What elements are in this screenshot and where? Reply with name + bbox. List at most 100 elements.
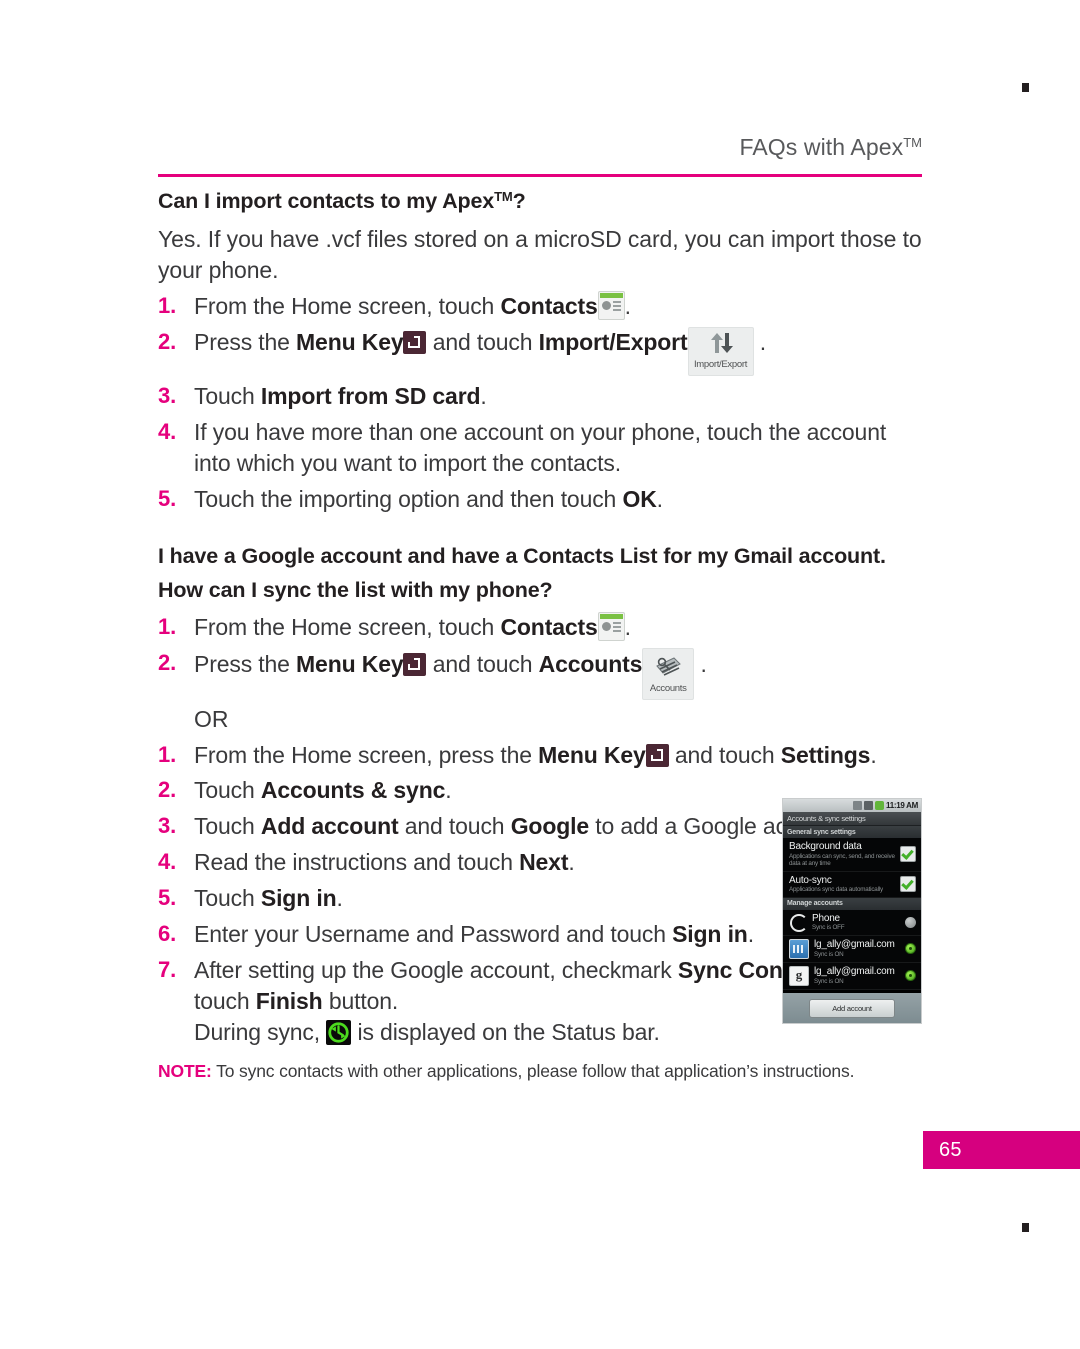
step-number: 4.	[158, 418, 177, 444]
step-item: 1. From the Home screen, touch Contacts.	[158, 611, 922, 643]
status-bar-time: 11:19 AM	[886, 801, 918, 810]
step-text: button.	[322, 987, 399, 1014]
step-number: 1.	[158, 293, 177, 319]
phone-row-gtalk-account[interactable]: lg_ally@gmail.com Sync is ON	[783, 935, 921, 963]
signal-icon	[864, 801, 873, 810]
import-export-icon: Import/Export	[687, 326, 754, 376]
step-text: From the Home screen, touch	[194, 613, 501, 640]
step-text: Press the	[194, 650, 297, 677]
step-emphasis: Accounts	[538, 650, 643, 677]
step-text: From the Home screen, press the	[194, 741, 539, 768]
running-head-trademark: TM	[903, 135, 922, 150]
phone-row-title: Auto-sync	[789, 874, 832, 886]
step-text: and touch	[426, 328, 539, 355]
step-number: 7.	[158, 957, 177, 983]
phone-row-phone-account[interactable]: Phone Sync is OFF	[783, 909, 921, 936]
google-account-icon: g	[789, 965, 809, 986]
step-text: and touch	[398, 813, 511, 840]
or-divider: OR	[194, 705, 229, 732]
step-emphasis: Settings	[780, 741, 871, 768]
faq1-heading-before: Can I import contacts to my Apex	[158, 189, 495, 213]
step-text: .	[753, 328, 766, 355]
menu-key-icon	[403, 330, 427, 354]
step-text: .	[624, 293, 631, 320]
running-head-text: FAQs with Apex	[739, 134, 904, 160]
step-number: 2.	[158, 649, 177, 675]
step-item: 2. Press the Menu Key and touch Accounts A…	[158, 647, 922, 700]
phone-row-subtitle: Sync is OFF	[812, 924, 845, 932]
step-emphasis: Menu Key	[538, 741, 646, 768]
contacts-app-icon	[597, 611, 625, 641]
phone-row-subtitle: Applications can sync, send, and receive…	[789, 852, 895, 868]
phone-section-header-manage: Manage accounts	[783, 897, 921, 910]
phone-row-google-account[interactable]: g lg_ally@gmail.com Sync is ON	[783, 962, 921, 990]
step-text: .	[747, 921, 754, 948]
phone-status-bar: 11:19 AM	[783, 799, 921, 812]
phone-row-subtitle: Applications sync data automatically	[789, 886, 883, 894]
phone-row-title: lg_ally@gmail.com	[814, 939, 895, 951]
sync-dot-on	[905, 970, 916, 982]
phone-row-title: lg_ally@gmail.com	[814, 966, 895, 978]
step-number: 3.	[158, 813, 177, 839]
phone-row-text: lg_ally@gmail.com Sync is ON	[814, 939, 905, 958]
step-number: 1.	[158, 741, 177, 767]
step-text: and touch	[668, 741, 781, 768]
step-text: Touch	[194, 885, 261, 912]
step-item: 2. Press the Menu Key and touch Import/Ex…	[158, 326, 922, 376]
header-rule	[158, 174, 922, 177]
faq2-heading-line1: I have a Google account and have a Conta…	[158, 543, 886, 568]
phone-row-auto-sync[interactable]: Auto-sync Applications sync data automat…	[783, 871, 921, 898]
note-paragraph: NOTE: To sync contacts with other applic…	[158, 1060, 922, 1083]
phone-row-subtitle: Sync is ON	[814, 950, 844, 958]
auto-sync-checkbox[interactable]	[900, 876, 916, 893]
step-text: After setting up the Google account, che…	[194, 957, 678, 984]
faq1-step-list: 1. From the Home screen, touch Contacts. 2…	[158, 291, 922, 515]
add-account-button[interactable]: Add account	[809, 998, 895, 1018]
step-emphasis: Accounts & sync	[260, 777, 446, 804]
phone-row-title: Background data	[789, 841, 862, 852]
step-emphasis: OK	[622, 485, 657, 512]
step-emphasis: Next	[519, 849, 569, 876]
step-emphasis: Sign in	[672, 921, 748, 948]
step-text: Read the instructions and touch	[194, 849, 520, 876]
step-text: .	[445, 777, 452, 804]
step-number: 5.	[158, 885, 177, 911]
battery-icon	[875, 801, 884, 810]
step-text: .	[694, 650, 707, 677]
menu-key-icon	[645, 743, 669, 767]
phone-screenshot: 11:19 AM Accounts & sync settings Genera…	[782, 798, 922, 1024]
contacts-lines	[612, 621, 621, 624]
step-text: Enter your Username and Password and tou…	[194, 921, 673, 948]
phone-footer-bar: Add account	[783, 993, 921, 1023]
step-number: 6.	[158, 921, 177, 947]
up-down-arrows-icon	[707, 331, 735, 355]
step-emphasis: Menu Key	[296, 650, 404, 677]
faq1-heading: Can I import contacts to my ApexTM?	[158, 186, 922, 217]
step-number: 2.	[158, 328, 177, 354]
step-emphasis: Finish	[255, 987, 323, 1014]
during-sync-after: is displayed on the Status bar.	[351, 1018, 660, 1045]
step-emphasis: Menu Key	[296, 328, 404, 355]
faq1-heading-trademark: TM	[494, 189, 513, 204]
step-number: 4.	[158, 849, 177, 875]
step-number: 2.	[158, 777, 177, 803]
phone-row-text: Background data Applications can sync, s…	[789, 841, 900, 868]
accounts-chip-label: Accounts	[649, 682, 687, 694]
page-number-tab: 65	[923, 1131, 1080, 1169]
phone-section-header-general: General sync settings	[783, 826, 921, 838]
step-text: Touch	[194, 777, 261, 804]
step-text: From the Home screen, touch	[194, 293, 501, 320]
step-text: Touch the importing option and then touc…	[194, 485, 623, 512]
faq1-heading-after: ?	[512, 189, 526, 213]
phone-account-icon	[789, 913, 808, 933]
step-text: .	[336, 885, 343, 912]
step-number: 1.	[158, 613, 177, 639]
phone-row-background-data[interactable]: Background data Applications can sync, s…	[783, 838, 921, 872]
accounts-card-key-icon	[654, 653, 682, 680]
step-text: .	[624, 613, 631, 640]
background-data-checkbox[interactable]	[900, 846, 916, 863]
step-text: Touch	[194, 382, 261, 409]
step-emphasis: Add account	[260, 813, 399, 840]
step-text: Press the	[194, 328, 297, 355]
step-item: 1. From the Home screen, press the Menu K…	[158, 740, 922, 771]
